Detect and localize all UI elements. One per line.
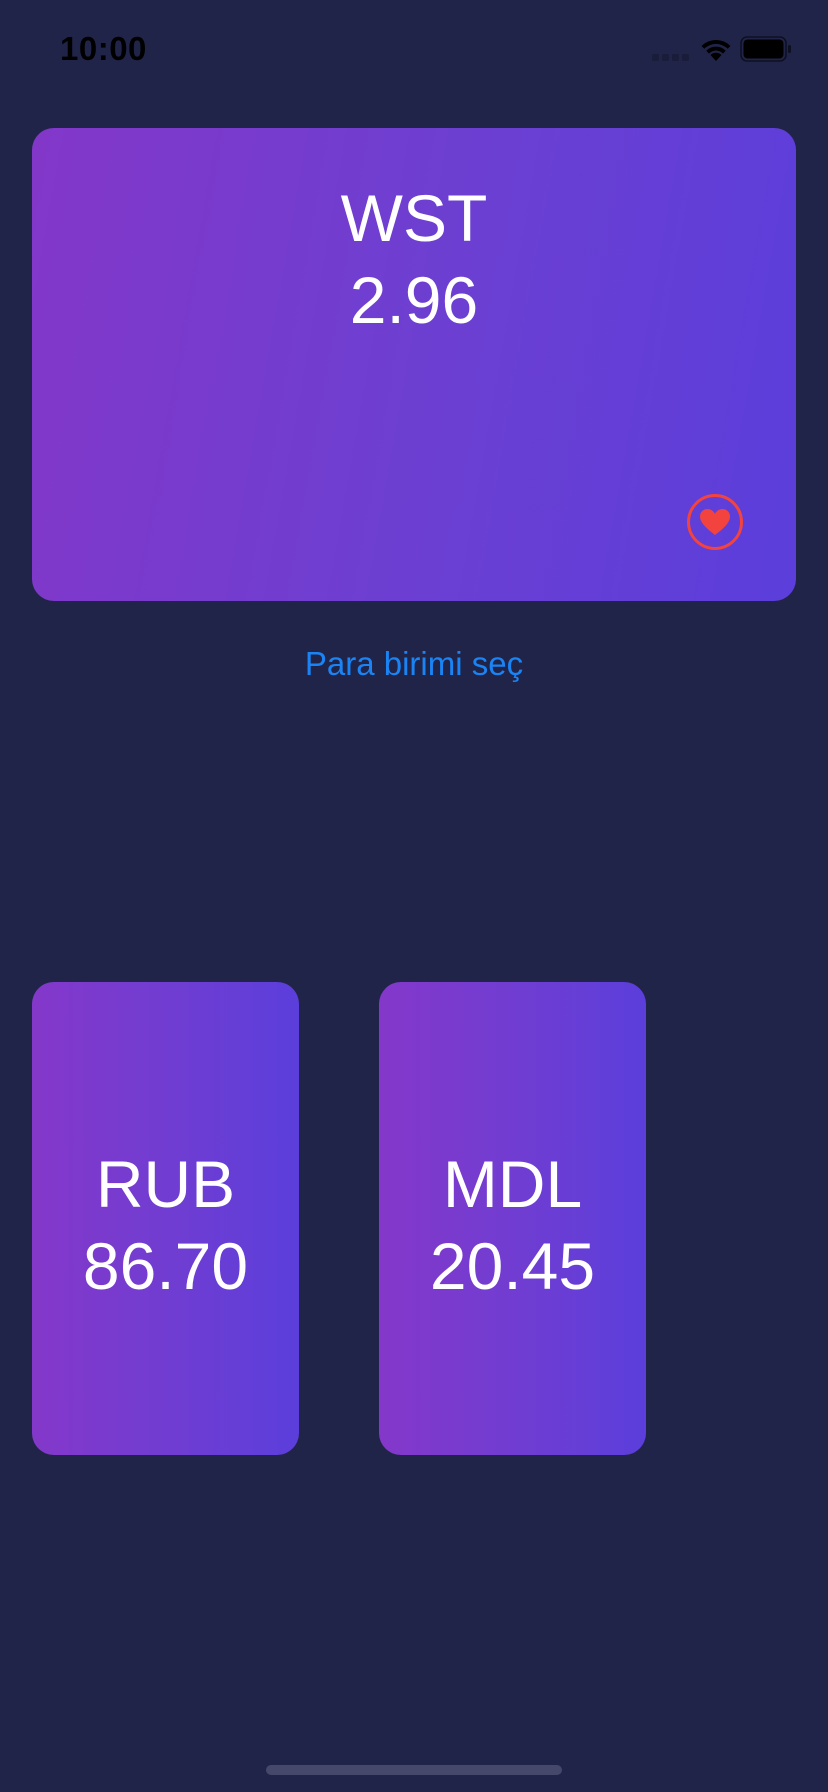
select-currency-button[interactable]: Para birimi seç	[0, 645, 828, 683]
currency-rate: 20.45	[429, 1229, 596, 1303]
selected-currency-card: WST 2.96	[32, 128, 796, 601]
currency-code: WST	[340, 181, 488, 255]
currency-card-rub[interactable]: RUB 86.70	[32, 982, 299, 1455]
battery-icon	[740, 36, 791, 62]
signal-icon	[652, 54, 690, 62]
currency-card-mdl[interactable]: MDL 20.45	[379, 982, 646, 1455]
currency-code: MDL	[442, 1147, 583, 1221]
home-indicator[interactable]	[266, 1765, 562, 1775]
status-bar: 10:00	[0, 0, 828, 100]
favorite-button[interactable]	[687, 494, 743, 550]
wifi-icon	[701, 39, 731, 61]
heart-icon	[700, 509, 730, 535]
currency-rate: 86.70	[82, 1229, 249, 1303]
status-time: 10:00	[60, 30, 147, 67]
currency-rate: 2.96	[349, 263, 479, 337]
currency-code: RUB	[95, 1147, 236, 1221]
